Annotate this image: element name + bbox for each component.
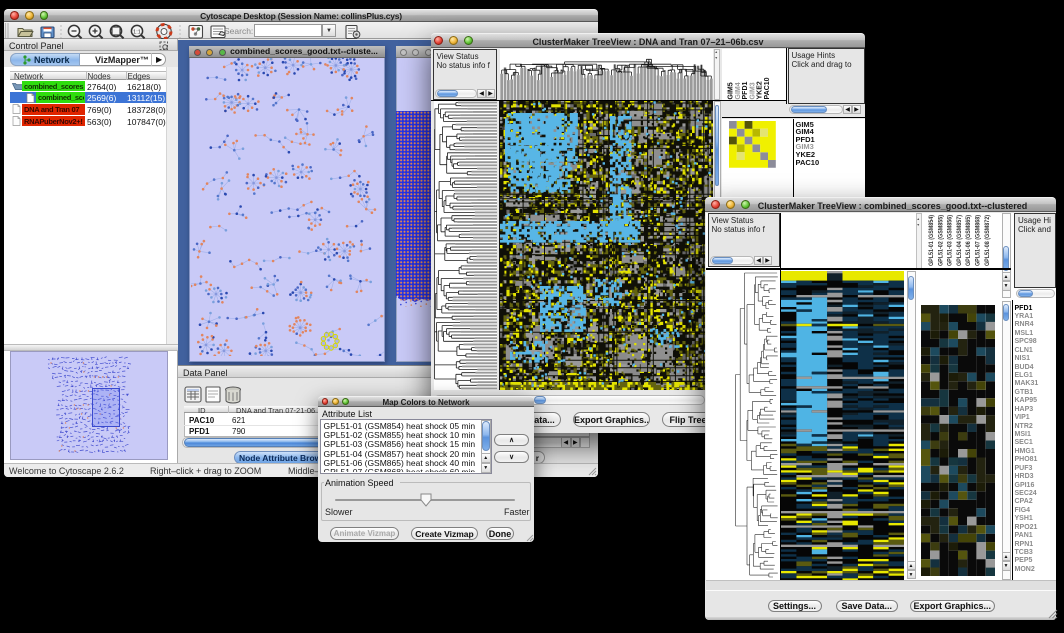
svg-text:YKE2: YKE2 [757, 81, 764, 99]
svg-text:PAC10: PAC10 [764, 77, 771, 99]
svg-text:PFD1: PFD1 [742, 82, 749, 100]
svg-text:GPL51-04 (GSM857): GPL51-04 (GSM857) [956, 215, 962, 266]
svg-text:GPL51-03 (GSM856): GPL51-03 (GSM856) [947, 215, 953, 266]
svg-text:GPL51-01 (GSM854): GPL51-01 (GSM854) [929, 215, 935, 266]
svg-text:GPL51-06 (GSM865): GPL51-06 (GSM865) [966, 215, 972, 266]
svg-text:GIM5: GIM5 [728, 82, 735, 99]
svg-text:GPL51-07 (GSM868): GPL51-07 (GSM868) [975, 215, 981, 266]
svg-text:1:1: 1:1 [133, 29, 141, 35]
svg-text:GIM4: GIM4 [735, 82, 742, 99]
svg-text:GIM3: GIM3 [749, 82, 756, 99]
svg-text:GPL51-08 (GSM872): GPL51-08 (GSM872) [984, 215, 990, 266]
svg-text:GPL51-02 (GSM855): GPL51-02 (GSM855) [938, 215, 944, 266]
